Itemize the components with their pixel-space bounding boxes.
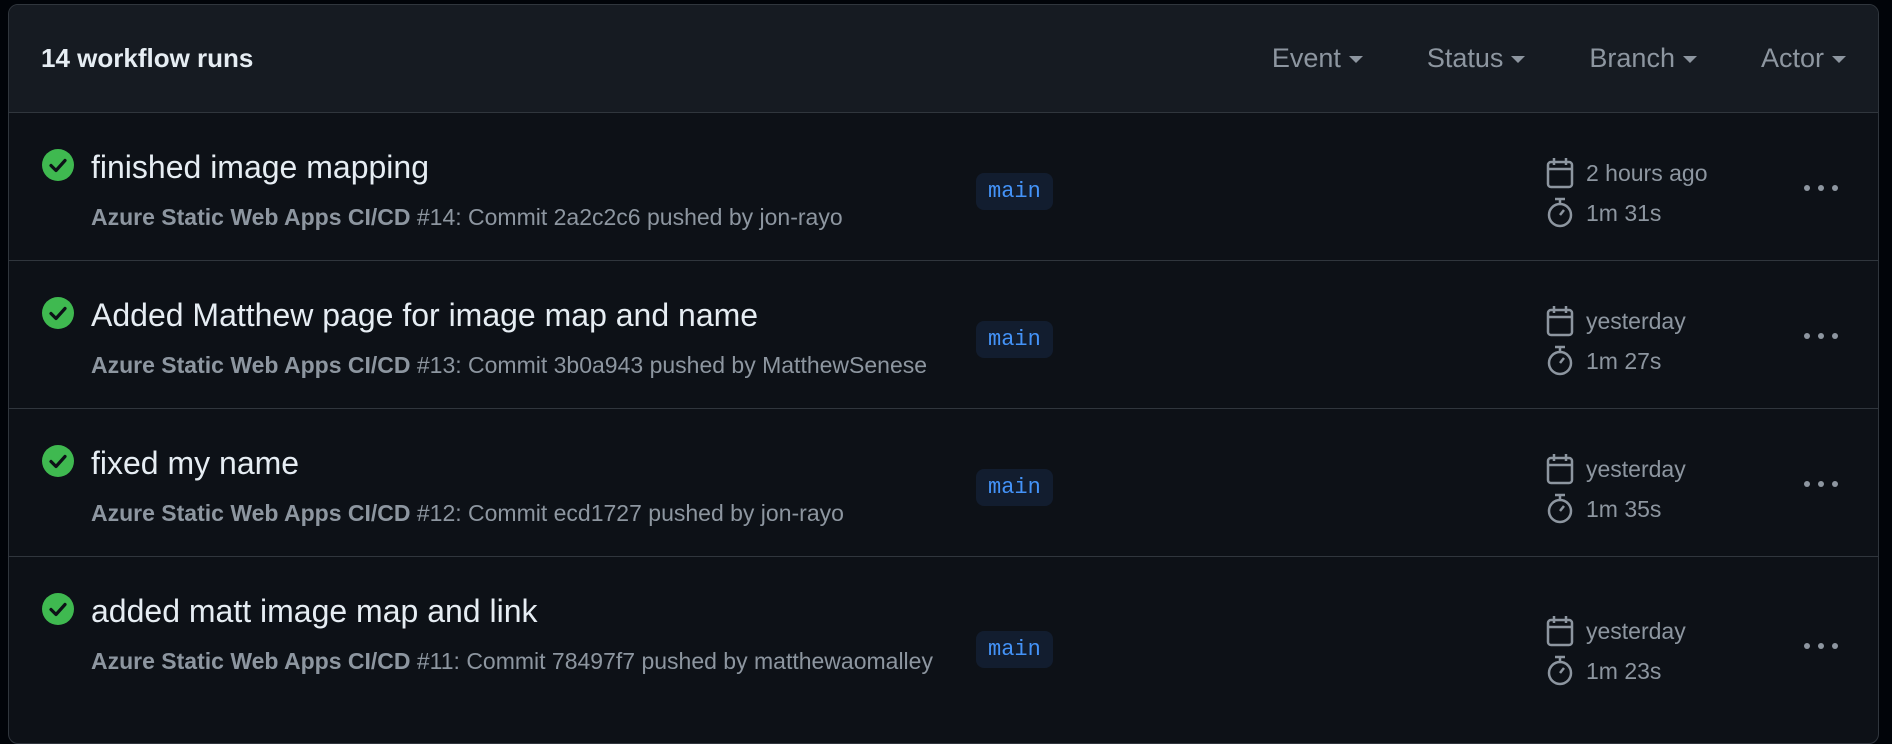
run-timing: yesterday 1m 23s	[1546, 611, 1686, 691]
calendar-icon	[1546, 616, 1574, 647]
run-detail: #14: Commit 2a2c2c6 pushed by jon-rayo	[416, 204, 843, 230]
run-meta: Azure Static Web Apps CI/CD #11: Commit …	[91, 643, 971, 679]
event-filter-dropdown[interactable]: Event	[1272, 43, 1363, 74]
caret-down-icon	[1832, 56, 1846, 63]
run-timing: 2 hours ago 1m 31s	[1546, 153, 1707, 233]
branch-filter-label: Branch	[1589, 43, 1675, 73]
kebab-horizontal-icon[interactable]	[1799, 321, 1843, 351]
event-filter-label: Event	[1271, 43, 1341, 73]
run-timing: yesterday 1m 27s	[1546, 301, 1686, 381]
stopwatch-icon	[1547, 655, 1573, 686]
run-title-link[interactable]: Added Matthew page for image map and nam…	[91, 297, 758, 334]
filter-bar: Event Status Branch Actor	[1208, 43, 1846, 74]
branch-label[interactable]: main	[976, 469, 1053, 506]
run-detail: #12: Commit ecd1727 pushed by jon-rayo	[416, 500, 844, 526]
check-circle-fill-icon	[42, 297, 74, 329]
caret-down-icon	[1682, 56, 1697, 63]
kebab-horizontal-icon[interactable]	[1799, 469, 1843, 499]
run-duration: 1m 23s	[1586, 657, 1662, 684]
workflow-name: Azure Static Web Apps CI/CD	[91, 648, 411, 674]
check-circle-fill-icon	[42, 445, 74, 477]
run-time: yesterday	[1586, 307, 1686, 334]
caret-down-icon	[1511, 56, 1526, 63]
run-meta: Azure Static Web Apps CI/CD #14: Commit …	[91, 199, 971, 235]
run-title-link[interactable]: finished image mapping	[91, 149, 429, 186]
kebab-horizontal-icon[interactable]	[1799, 173, 1843, 203]
calendar-icon	[1546, 454, 1574, 485]
actor-filter-label: Actor	[1760, 43, 1824, 73]
stopwatch-icon	[1547, 493, 1573, 524]
run-time: yesterday	[1586, 617, 1686, 644]
caret-down-icon	[1348, 56, 1363, 63]
run-duration: 1m 35s	[1586, 495, 1662, 522]
branch-label[interactable]: main	[976, 631, 1053, 668]
run-title-link[interactable]: fixed my name	[91, 445, 299, 482]
stopwatch-icon	[1547, 345, 1573, 376]
run-detail: #13: Commit 3b0a943 pushed by MatthewSen…	[416, 352, 928, 378]
workflow-name: Azure Static Web Apps CI/CD	[91, 352, 411, 378]
status-filter-label: Status	[1426, 43, 1504, 73]
branch-filter-dropdown[interactable]: Branch	[1589, 43, 1697, 74]
workflow-run-row[interactable]: finished image mapping Azure Static Web …	[9, 113, 1878, 261]
actor-filter-dropdown[interactable]: Actor	[1761, 43, 1846, 74]
workflow-run-row[interactable]: fixed my name Azure Static Web Apps CI/C…	[9, 409, 1878, 557]
workflow-run-count: 14 workflow runs	[41, 43, 254, 73]
run-time: 2 hours ago	[1586, 159, 1708, 186]
workflow-name: Azure Static Web Apps CI/CD	[91, 500, 411, 526]
status-filter-dropdown[interactable]: Status	[1427, 43, 1526, 74]
run-time: yesterday	[1586, 455, 1686, 482]
run-title-link[interactable]: added matt image map and link	[91, 593, 537, 630]
run-meta: Azure Static Web Apps CI/CD #13: Commit …	[91, 347, 971, 383]
run-timing: yesterday 1m 35s	[1546, 449, 1686, 529]
runs-header: 14 workflow runs Event Status Branch Act…	[9, 5, 1878, 113]
run-detail: #11: Commit 78497f7 pushed by matthewaom…	[416, 648, 933, 674]
branch-label[interactable]: main	[976, 321, 1053, 358]
run-meta: Azure Static Web Apps CI/CD #12: Commit …	[91, 495, 971, 531]
workflow-runs-panel: 14 workflow runs Event Status Branch Act…	[8, 4, 1879, 744]
check-circle-fill-icon	[42, 149, 74, 181]
run-duration: 1m 31s	[1586, 199, 1662, 226]
run-duration: 1m 27s	[1586, 347, 1662, 374]
calendar-icon	[1546, 158, 1574, 189]
workflow-name: Azure Static Web Apps CI/CD	[91, 204, 411, 230]
stopwatch-icon	[1547, 197, 1573, 228]
calendar-icon	[1546, 306, 1574, 337]
workflow-run-row[interactable]: added matt image map and link Azure Stat…	[9, 557, 1878, 727]
kebab-horizontal-icon[interactable]	[1799, 631, 1843, 661]
branch-label[interactable]: main	[976, 173, 1053, 210]
workflow-run-row[interactable]: Added Matthew page for image map and nam…	[9, 261, 1878, 409]
check-circle-fill-icon	[42, 593, 74, 625]
